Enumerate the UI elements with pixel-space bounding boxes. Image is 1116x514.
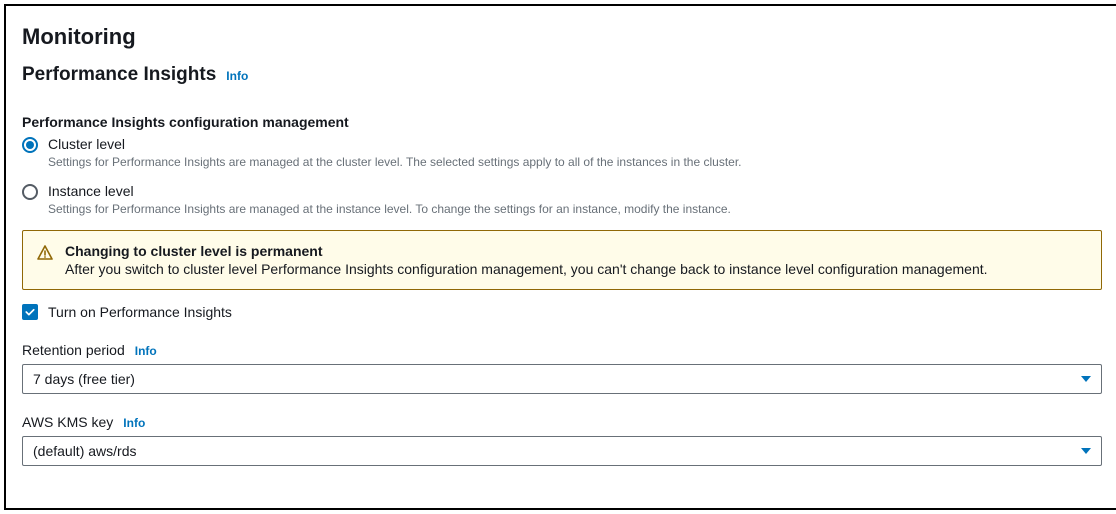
retention-label: Retention period xyxy=(22,342,125,358)
section-header: Performance Insights Info xyxy=(22,64,1102,86)
radio-label-cluster: Cluster level xyxy=(48,136,742,152)
radio-instance-level[interactable] xyxy=(22,184,38,200)
radio-option-cluster-level[interactable]: Cluster level Settings for Performance I… xyxy=(22,136,1102,171)
radio-option-instance-level[interactable]: Instance level Settings for Performance … xyxy=(22,183,1102,218)
retention-select[interactable]: 7 days (free tier) xyxy=(22,364,1102,394)
warning-triangle-icon xyxy=(37,245,53,261)
check-icon xyxy=(24,306,36,318)
radio-desc-cluster: Settings for Performance Insights are ma… xyxy=(48,154,742,171)
retention-value: 7 days (free tier) xyxy=(33,371,135,387)
info-link-performance-insights[interactable]: Info xyxy=(226,69,248,83)
kms-field: AWS KMS key Info (default) aws/rds xyxy=(22,414,1102,466)
radio-label-instance: Instance level xyxy=(48,183,731,199)
info-link-kms[interactable]: Info xyxy=(123,416,145,430)
checkbox-enable-pi[interactable] xyxy=(22,304,38,320)
info-link-retention[interactable]: Info xyxy=(135,344,157,358)
radio-desc-instance: Settings for Performance Insights are ma… xyxy=(48,201,731,218)
kms-select[interactable]: (default) aws/rds xyxy=(22,436,1102,466)
kms-label: AWS KMS key xyxy=(22,414,113,430)
radio-dot-icon xyxy=(26,141,34,149)
kms-value: (default) aws/rds xyxy=(33,443,136,459)
checkbox-label-enable-pi: Turn on Performance Insights xyxy=(48,304,232,320)
dropdown-caret-icon xyxy=(1081,448,1091,454)
dropdown-caret-icon xyxy=(1081,376,1091,382)
radio-cluster-level[interactable] xyxy=(22,137,38,153)
retention-field: Retention period Info 7 days (free tier) xyxy=(22,342,1102,394)
page-title: Monitoring xyxy=(22,24,1102,50)
enable-pi-row: Turn on Performance Insights xyxy=(22,304,1102,320)
warning-alert: Changing to cluster level is permanent A… xyxy=(22,230,1102,290)
config-management-label: Performance Insights configuration manag… xyxy=(22,114,1102,130)
warning-title: Changing to cluster level is permanent xyxy=(65,243,988,259)
warning-text: After you switch to cluster level Perfor… xyxy=(65,261,988,277)
section-title: Performance Insights xyxy=(22,64,216,86)
monitoring-panel: Monitoring Performance Insights Info Per… xyxy=(4,4,1116,510)
